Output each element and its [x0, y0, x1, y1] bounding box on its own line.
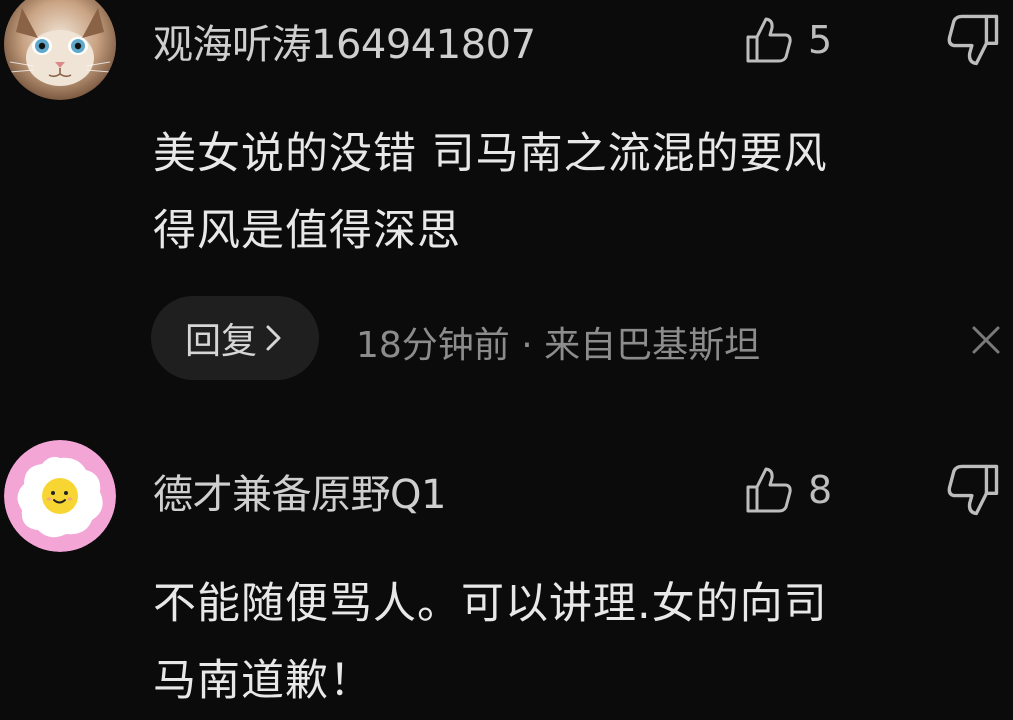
like-button[interactable]: 8: [744, 462, 832, 518]
thumbs-down-icon: [947, 14, 999, 66]
avatar[interactable]: [4, 0, 116, 100]
chevron-right-icon: [266, 325, 281, 351]
comment-text-line: 马南道歉！: [153, 656, 373, 706]
like-count: 5: [808, 18, 833, 62]
close-icon: [972, 326, 1000, 354]
reply-label: 回复: [184, 321, 257, 362]
comment-text: 不能随便骂人。可以讲理.女的向司 马南道歉！: [153, 566, 1003, 720]
reply-button[interactable]: 回复: [151, 296, 319, 380]
close-button[interactable]: [966, 320, 1006, 360]
thumbs-down-icon: [947, 464, 999, 516]
avatar[interactable]: [4, 440, 116, 552]
comment-text-line: 不能随便骂人。可以讲理.女的向司: [153, 579, 828, 629]
cat-avatar-icon: [4, 0, 116, 100]
username[interactable]: 观海听涛164941807: [153, 12, 536, 70]
comment-text-line: 得风是值得深思: [153, 206, 461, 256]
username[interactable]: 德才兼备原野Q1: [153, 462, 446, 520]
fried-egg-icon: [4, 440, 116, 552]
like-button[interactable]: 5: [744, 12, 832, 68]
comment-text-line: 美女说的没错 司马南之流混的要风: [153, 129, 828, 179]
thumbs-up-icon: [746, 467, 792, 513]
thumbs-up-icon: [746, 17, 792, 63]
dislike-button[interactable]: [945, 462, 1001, 518]
dislike-button[interactable]: [945, 12, 1001, 68]
comment-text: 美女说的没错 司马南之流混的要风 得风是值得深思: [153, 116, 1003, 270]
comment-meta: 18分钟前 · 来自巴基斯坦: [356, 325, 761, 366]
like-count: 8: [808, 468, 833, 512]
